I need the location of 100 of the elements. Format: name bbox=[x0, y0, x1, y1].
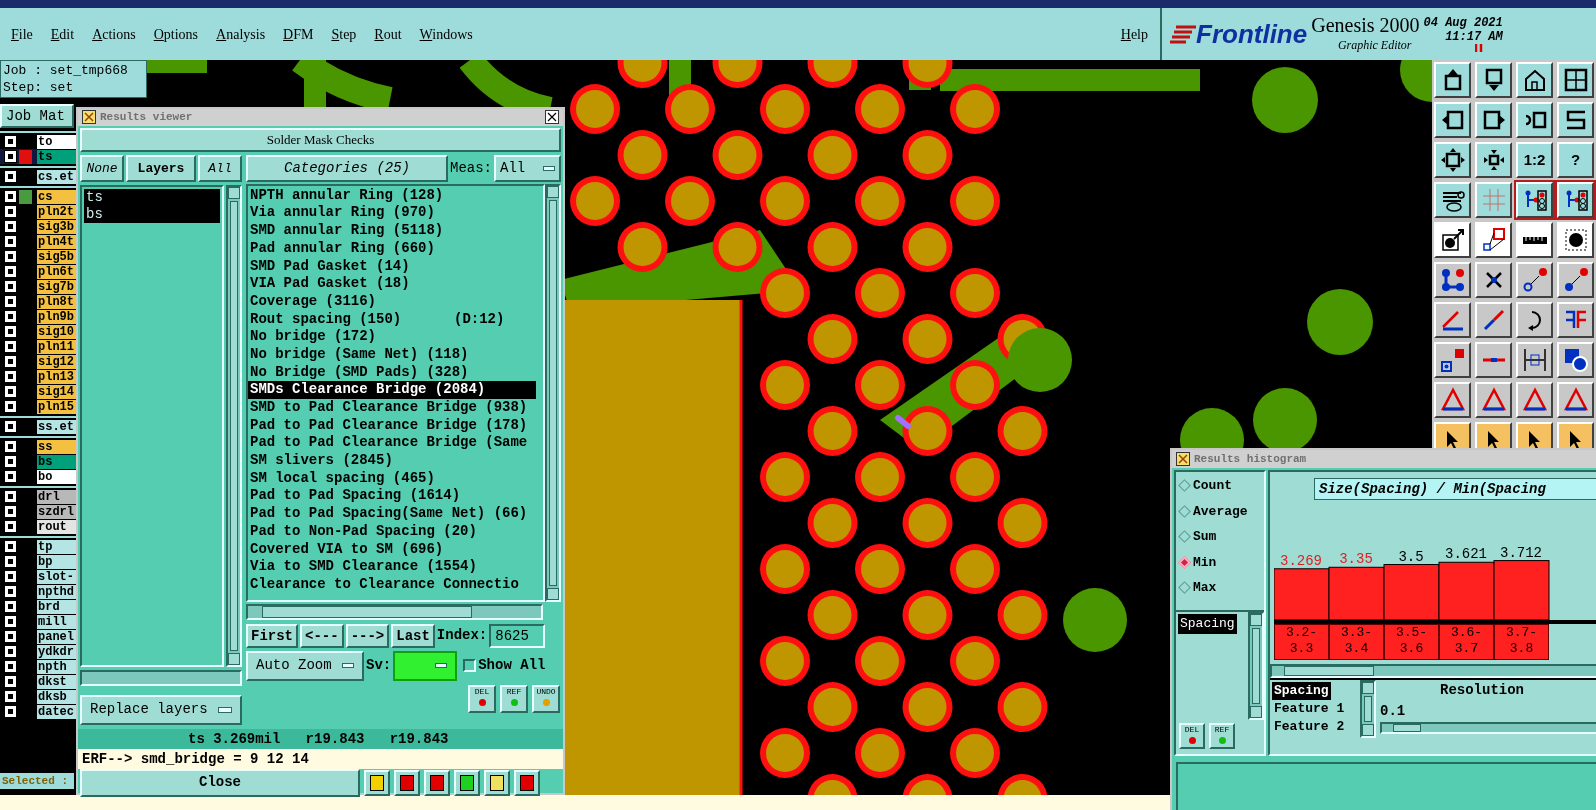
layer-checkbox[interactable] bbox=[5, 541, 16, 552]
layer-checkbox[interactable] bbox=[5, 151, 16, 162]
tool-button[interactable] bbox=[1557, 182, 1594, 218]
category-item[interactable]: SM slivers (2845) bbox=[248, 452, 543, 470]
menu-item[interactable]: DFM bbox=[283, 23, 314, 45]
header-button[interactable]: Solder Mask Checks bbox=[80, 127, 561, 152]
tool-button[interactable] bbox=[1475, 342, 1512, 378]
tool-button[interactable] bbox=[1557, 262, 1594, 298]
layer-name[interactable]: pln4t bbox=[37, 234, 76, 249]
layer-checkbox[interactable] bbox=[5, 631, 16, 642]
layer-checkbox[interactable] bbox=[5, 356, 16, 367]
layer-name[interactable]: szdrl bbox=[37, 504, 76, 519]
layer-name[interactable]: npth bbox=[37, 659, 76, 674]
categories-button[interactable]: Categories (25) bbox=[246, 154, 448, 182]
category-item[interactable]: No bridge (Same Net) (118) bbox=[248, 345, 543, 364]
tool-button[interactable] bbox=[1557, 382, 1594, 418]
layer-checkbox[interactable] bbox=[5, 371, 16, 382]
tool-button[interactable] bbox=[1557, 302, 1594, 338]
menu-item[interactable]: Rout bbox=[374, 23, 402, 45]
layer-checkbox[interactable] bbox=[5, 171, 16, 182]
layer-name[interactable]: pln11 bbox=[37, 339, 76, 354]
layer-name[interactable]: tp bbox=[37, 539, 76, 554]
layer-checkbox[interactable] bbox=[5, 586, 16, 597]
auto-zoom-dropdown[interactable]: Auto Zoom bbox=[246, 650, 364, 681]
tool-button[interactable] bbox=[1434, 182, 1471, 218]
nav-button[interactable]: <--- bbox=[300, 623, 344, 648]
nav-button[interactable]: ---> bbox=[345, 623, 390, 648]
filter-button[interactable]: None bbox=[80, 154, 124, 182]
layer-name[interactable]: mill bbox=[37, 614, 76, 629]
scrollbar[interactable] bbox=[1270, 664, 1596, 678]
replace-layers-dropdown[interactable]: Replace layers bbox=[80, 694, 242, 725]
scrollbar[interactable] bbox=[545, 183, 561, 602]
tool-button[interactable] bbox=[1434, 302, 1471, 338]
category-item[interactable]: Pad to Pad Clearance Bridge (Same bbox=[248, 434, 543, 453]
tool-button[interactable] bbox=[1475, 102, 1512, 138]
notes-icon[interactable] bbox=[484, 769, 510, 796]
nav-button[interactable]: First bbox=[246, 623, 298, 648]
tool-button[interactable] bbox=[1516, 302, 1553, 338]
tool-button[interactable] bbox=[1516, 382, 1553, 418]
layer-checkbox[interactable] bbox=[5, 676, 16, 687]
edit-button[interactable]: DEL bbox=[468, 684, 496, 713]
category-item[interactable]: Pad to Pad Clearance Bridge (178) bbox=[248, 416, 543, 435]
layer-name[interactable]: sig7b bbox=[37, 279, 76, 294]
layer-checkbox[interactable] bbox=[5, 491, 16, 502]
layer-name[interactable]: cs bbox=[37, 189, 76, 204]
layer-name[interactable]: ss bbox=[37, 439, 76, 454]
bar-chart-icon[interactable] bbox=[514, 769, 540, 796]
tool-button[interactable] bbox=[1475, 262, 1512, 298]
category-item[interactable]: Covered VIA to SM (696) bbox=[248, 540, 543, 559]
layer-name[interactable]: bp bbox=[37, 554, 76, 569]
filter-button[interactable]: All bbox=[198, 154, 242, 182]
layer-checkbox[interactable] bbox=[5, 456, 16, 467]
layer-checkbox[interactable] bbox=[5, 441, 16, 452]
layer-name[interactable]: rout bbox=[37, 519, 76, 534]
help-menu[interactable]: Help bbox=[1120, 23, 1148, 45]
scrollbar[interactable] bbox=[1248, 612, 1264, 720]
layer-name[interactable]: pln13 bbox=[37, 369, 76, 384]
layer-name[interactable]: sig14 bbox=[37, 384, 76, 399]
feature-list-item[interactable]: Feature 1 bbox=[1272, 700, 1347, 718]
show-all-checkbox[interactable] bbox=[463, 659, 477, 673]
layer-checkbox[interactable] bbox=[5, 616, 16, 627]
layer-name[interactable]: pln6t bbox=[37, 264, 76, 279]
page-icon[interactable] bbox=[454, 769, 480, 796]
category-item[interactable]: Pad annular Ring (660) bbox=[248, 239, 543, 258]
category-item[interactable]: No bridge (172) bbox=[248, 328, 543, 346]
layer-list-item[interactable]: ts bbox=[84, 188, 220, 206]
tool-button[interactable] bbox=[1475, 62, 1512, 98]
layer-checkbox[interactable] bbox=[5, 206, 16, 217]
category-item[interactable]: Pad to Pad Spacing(Same Net) (66) bbox=[248, 505, 543, 523]
layer-checkbox[interactable] bbox=[5, 326, 16, 337]
category-item[interactable]: Rout spacing (150) (D:12) bbox=[248, 310, 543, 329]
menu-item[interactable]: Options bbox=[153, 23, 199, 45]
layer-name[interactable]: pln15 bbox=[37, 399, 76, 414]
layers-button[interactable]: Layers bbox=[126, 154, 196, 182]
layer-name[interactable]: bs bbox=[37, 454, 76, 469]
slider-thumb[interactable] bbox=[1392, 724, 1421, 732]
tool-button[interactable] bbox=[1557, 62, 1594, 98]
tool-button[interactable] bbox=[1516, 342, 1553, 378]
category-item[interactable]: SMD to Pad Clearance Bridge (938) bbox=[248, 399, 543, 417]
tool-button[interactable]: ? bbox=[1557, 142, 1594, 178]
feature-list-item[interactable]: Feature 2 bbox=[1272, 718, 1347, 736]
tool-button[interactable] bbox=[1557, 102, 1594, 138]
layer-checkbox[interactable] bbox=[5, 646, 16, 657]
layer-name[interactable]: ss.et bbox=[37, 419, 76, 434]
tool-button[interactable] bbox=[1475, 182, 1512, 218]
layer-name[interactable]: pln2t bbox=[37, 204, 76, 219]
layer-name[interactable]: sig5b bbox=[37, 249, 76, 264]
tool-button[interactable] bbox=[1434, 382, 1471, 418]
scrollbar[interactable] bbox=[226, 184, 242, 667]
severity-color-dropdown[interactable] bbox=[393, 650, 458, 681]
layer-checkbox[interactable] bbox=[5, 706, 16, 717]
layer-checkbox[interactable] bbox=[5, 296, 16, 307]
layer-name[interactable]: panel bbox=[37, 629, 76, 644]
edit-button[interactable]: UNDO bbox=[532, 684, 560, 713]
layer-checkbox[interactable] bbox=[5, 191, 16, 202]
layer-checkbox[interactable] bbox=[5, 386, 16, 397]
layer-name[interactable]: sig3b bbox=[37, 219, 76, 234]
edit-button[interactable]: DEL bbox=[1179, 723, 1205, 749]
layer-checkbox[interactable] bbox=[5, 601, 16, 612]
tool-button[interactable] bbox=[1434, 222, 1471, 258]
